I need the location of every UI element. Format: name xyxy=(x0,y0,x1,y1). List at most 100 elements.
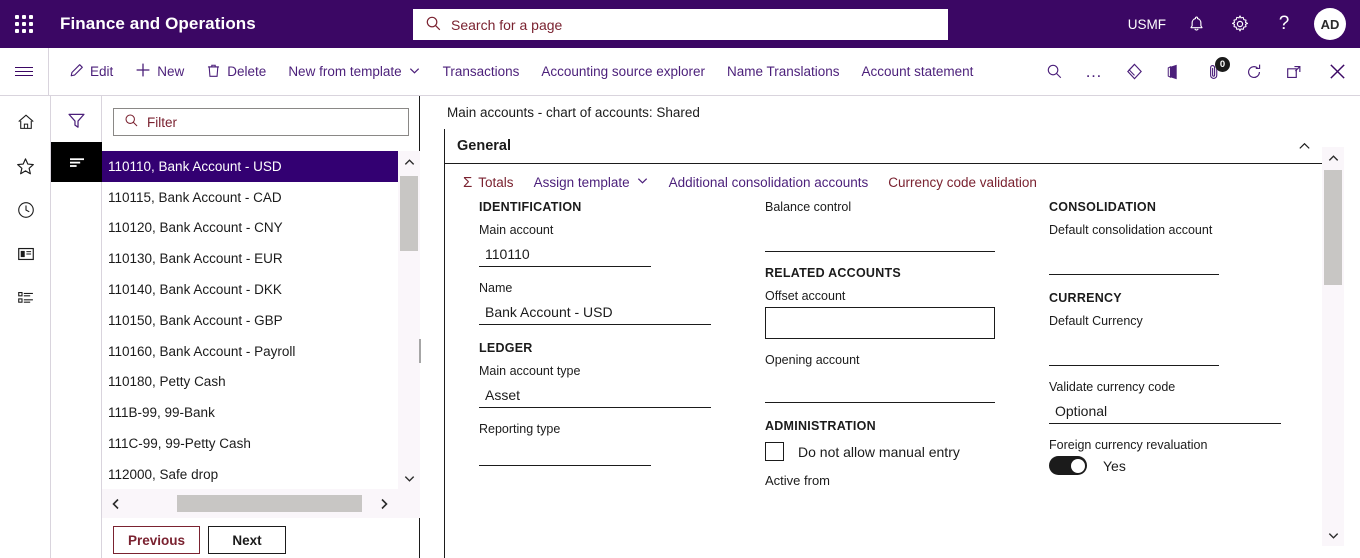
main-account-type-input[interactable]: Asset xyxy=(479,382,711,408)
global-search-placeholder: Search for a page xyxy=(451,16,563,33)
new-from-template-menu[interactable]: New from template xyxy=(277,48,431,95)
do-not-allow-manual-entry-checkbox[interactable] xyxy=(765,442,784,461)
active-from-label: Active from xyxy=(765,473,831,488)
opening-account-input[interactable] xyxy=(765,371,995,403)
relationship-diamond-icon[interactable] xyxy=(1114,48,1154,95)
list-item[interactable]: 112000, Safe drop xyxy=(102,459,398,489)
totals-label: Totals xyxy=(478,174,514,190)
account-statement-button[interactable]: Account statement xyxy=(851,48,985,95)
recent-clock-icon[interactable] xyxy=(0,188,51,232)
list-item[interactable]: 111B-99, 99-Bank xyxy=(102,397,398,428)
office-app-icon[interactable] xyxy=(1154,48,1194,95)
foreign-currency-revaluation-toggle[interactable] xyxy=(1049,456,1087,475)
content-scroll-up-arrow-icon[interactable] xyxy=(1322,147,1344,169)
additional-consolidation-accounts-button[interactable]: Additional consolidation accounts xyxy=(659,164,879,200)
default-currency-field: Default Currency xyxy=(1049,314,1326,366)
list-item[interactable]: 110140, Bank Account - DKK xyxy=(102,274,398,305)
scroll-right-arrow-icon[interactable] xyxy=(370,489,398,518)
list-item[interactable]: 110120, Bank Account - CNY xyxy=(102,213,398,244)
delete-button[interactable]: Delete xyxy=(195,48,277,95)
edit-button[interactable]: Edit xyxy=(58,48,124,95)
reporting-type-input[interactable] xyxy=(479,440,651,466)
home-icon[interactable] xyxy=(0,100,51,144)
name-field: Name Bank Account - USD xyxy=(479,281,729,325)
name-label: Name xyxy=(479,281,513,295)
list-item-label: 110115, Bank Account - CAD xyxy=(108,189,282,205)
open-in-new-window-icon[interactable] xyxy=(1274,48,1314,95)
account-list: 110110, Bank Account - USD 110115, Bank A… xyxy=(102,151,420,489)
default-consolidation-account-input[interactable] xyxy=(1049,241,1219,275)
list-scrollbar-thumb[interactable] xyxy=(400,176,418,251)
chevron-up-icon[interactable] xyxy=(1293,135,1315,157)
list-item[interactable]: 110115, Bank Account - CAD xyxy=(102,182,398,213)
list-item[interactable]: 110150, Bank Account - GBP xyxy=(102,305,398,336)
list-item[interactable]: 110110, Bank Account - USD xyxy=(102,151,398,182)
identification-ledger-column: IDENTIFICATION Main account 110110 Name … xyxy=(445,200,729,558)
currency-code-validation-button[interactable]: Currency code validation xyxy=(878,164,1047,200)
related-accounts-section-title: RELATED ACCOUNTS xyxy=(765,266,901,280)
favorites-star-icon[interactable] xyxy=(0,144,51,188)
hamburger-icon[interactable] xyxy=(0,48,48,95)
main-accounts-list-panel: Filter 110110, Bank Account - USD 110115,… xyxy=(102,96,420,558)
content-scrollbar-thumb[interactable] xyxy=(1324,170,1342,285)
app-launcher-waffle-icon[interactable] xyxy=(0,0,48,48)
scroll-up-arrow-icon[interactable] xyxy=(398,151,420,173)
sort-lines-icon[interactable] xyxy=(51,142,102,182)
default-currency-input[interactable] xyxy=(1049,332,1219,366)
scroll-left-arrow-icon[interactable] xyxy=(102,489,130,518)
new-button[interactable]: New xyxy=(124,48,195,95)
transactions-button[interactable]: Transactions xyxy=(432,48,531,95)
previous-button[interactable]: Previous xyxy=(113,526,201,554)
top-navigation-bar: Finance and Operations Search for a page… xyxy=(0,0,1360,48)
offset-account-input[interactable] xyxy=(765,307,995,339)
list-hscrollbar-thumb[interactable] xyxy=(177,495,362,512)
close-icon[interactable] xyxy=(1314,48,1360,95)
currency-code-validation-label: Currency code validation xyxy=(888,174,1037,190)
next-button[interactable]: Next xyxy=(208,526,287,554)
search-icon[interactable] xyxy=(1034,48,1074,95)
question-mark-icon[interactable]: ? xyxy=(1262,0,1306,48)
fasttab-columns: IDENTIFICATION Main account 110110 Name … xyxy=(445,200,1326,558)
bell-icon[interactable] xyxy=(1174,0,1218,48)
name-translations-button[interactable]: Name Translations xyxy=(716,48,851,95)
modules-list-icon[interactable] xyxy=(0,276,51,320)
workspaces-icon[interactable] xyxy=(0,232,51,276)
accounting-source-explorer-button[interactable]: Accounting source explorer xyxy=(530,48,716,95)
app-title: Finance and Operations xyxy=(60,14,256,33)
sigma-icon: Σ xyxy=(463,173,473,191)
validate-currency-code-input[interactable]: Optional xyxy=(1049,398,1281,424)
assign-template-menu[interactable]: Assign template xyxy=(524,164,659,200)
balance-control-input[interactable] xyxy=(765,218,995,252)
avatar[interactable]: AD xyxy=(1314,8,1346,40)
list-item-label: 110130, Bank Account - EUR xyxy=(108,251,283,267)
related-accounts-administration-column: Balance control RELATED ACCOUNTS Offset … xyxy=(729,200,1013,558)
list-item[interactable]: 110180, Petty Cash xyxy=(102,367,398,398)
main-account-input[interactable]: 110110 xyxy=(479,241,651,267)
action-pane-right-icons: … 0 xyxy=(1034,48,1360,95)
totals-button[interactable]: Σ Totals xyxy=(453,164,524,200)
attachments-paperclip-icon[interactable]: 0 xyxy=(1194,48,1234,95)
fasttab-header[interactable]: General xyxy=(445,129,1325,164)
list-pagination: Previous Next xyxy=(113,526,287,554)
do-not-allow-manual-entry-label: Do not allow manual entry xyxy=(798,443,960,460)
gear-icon[interactable] xyxy=(1218,0,1262,48)
default-consolidation-account-label: Default consolidation account xyxy=(1049,223,1213,237)
funnel-filter-icon[interactable] xyxy=(51,98,102,142)
list-item[interactable]: 111C-99, 99-Petty Cash xyxy=(102,428,398,459)
chevron-down-icon xyxy=(408,64,421,80)
transactions-label: Transactions xyxy=(442,64,520,79)
list-item[interactable]: 110160, Bank Account - Payroll xyxy=(102,336,398,367)
scroll-down-arrow-icon[interactable] xyxy=(398,467,420,489)
list-vertical-scrollbar[interactable] xyxy=(398,151,420,489)
name-input[interactable]: Bank Account - USD xyxy=(479,299,711,325)
list-horizontal-scrollbar[interactable] xyxy=(102,489,420,518)
content-vertical-scrollbar[interactable] xyxy=(1322,147,1344,546)
content-scroll-down-arrow-icon[interactable] xyxy=(1322,524,1344,546)
overflow-ellipsis-icon[interactable]: … xyxy=(1074,48,1114,95)
filter-input[interactable]: Filter xyxy=(113,108,409,136)
list-item[interactable]: 110130, Bank Account - EUR xyxy=(102,243,398,274)
company-selector[interactable]: USMF xyxy=(1120,0,1174,48)
refresh-icon[interactable] xyxy=(1234,48,1274,95)
global-search-box[interactable]: Search for a page xyxy=(413,9,948,40)
main-account-type-label: Main account type xyxy=(479,364,581,378)
